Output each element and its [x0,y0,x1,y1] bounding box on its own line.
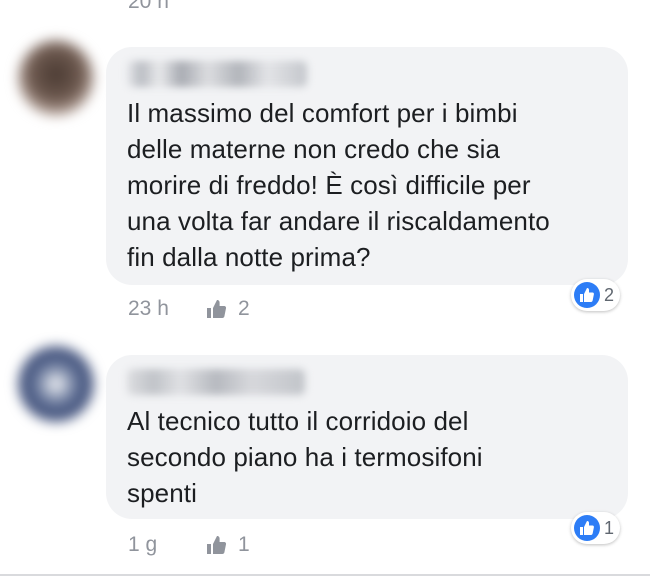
comment-time[interactable]: 23 h [128,297,206,321]
previous-comment-time: 20 h [128,0,169,13]
reaction-count: 1 [604,517,615,538]
comment-meta: 1 g 1 [128,533,250,557]
like-count: 1 [238,533,250,556]
comment-line: fin dalla notte prima? [127,242,371,272]
comment-time[interactable]: 1 g [128,533,206,557]
comment-text: Il massimo del comfort per i bimbi delle… [127,95,606,275]
comment-line: delle materne non credo che sia [127,134,501,164]
reactions-summary[interactable]: 1 [571,512,621,544]
comment-line: Al tecnico tutto il corridoio del [127,406,469,436]
reactions-summary[interactable]: 2 [571,279,621,311]
author-name-redacted[interactable] [127,61,307,87]
author-name-redacted[interactable] [127,369,305,395]
like-action[interactable]: 1 [206,533,250,557]
thumbs-up-icon [207,536,227,554]
thumbs-up-icon [207,300,227,318]
like-count: 2 [238,297,250,320]
like-reaction-icon [574,515,600,541]
comment-line: morire di freddo! È così difficile per [127,170,531,200]
comment-meta: 23 h 2 [128,297,250,321]
like-action[interactable]: 2 [206,297,250,321]
reaction-count: 2 [604,284,615,305]
comment-bubble: Il massimo del comfort per i bimbi delle… [106,47,628,285]
comment-line: Il massimo del comfort per i bimbi [127,98,518,128]
comment-text: Al tecnico tutto il corridoio del second… [127,403,606,511]
like-reaction-icon [574,282,600,308]
comment-bubble: Al tecnico tutto il corridoio del second… [106,355,628,519]
comment-line: secondo piano ha i termosifoni [127,442,483,472]
comment-line: spenti [127,478,197,508]
comment-line: una volta far andare il riscaldamento [127,206,550,236]
avatar[interactable] [18,40,94,116]
avatar[interactable] [18,346,94,422]
